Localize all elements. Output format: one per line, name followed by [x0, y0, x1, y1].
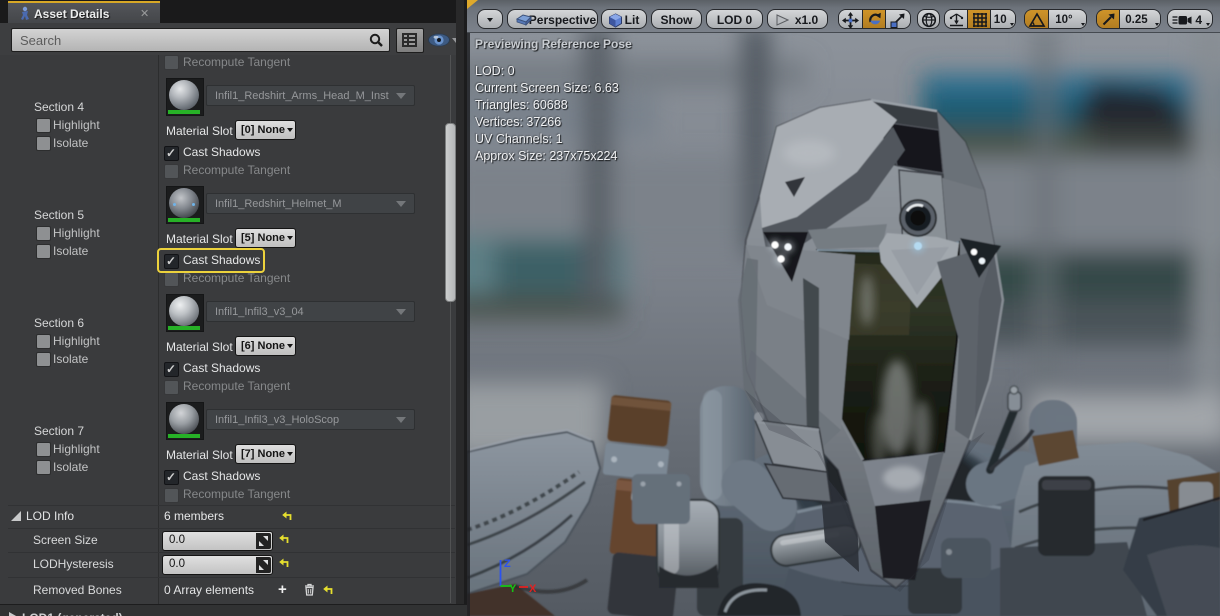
svg-text:Y: Y [509, 583, 517, 595]
svg-text:X: X [529, 583, 537, 595]
svg-text:Z: Z [504, 558, 511, 570]
